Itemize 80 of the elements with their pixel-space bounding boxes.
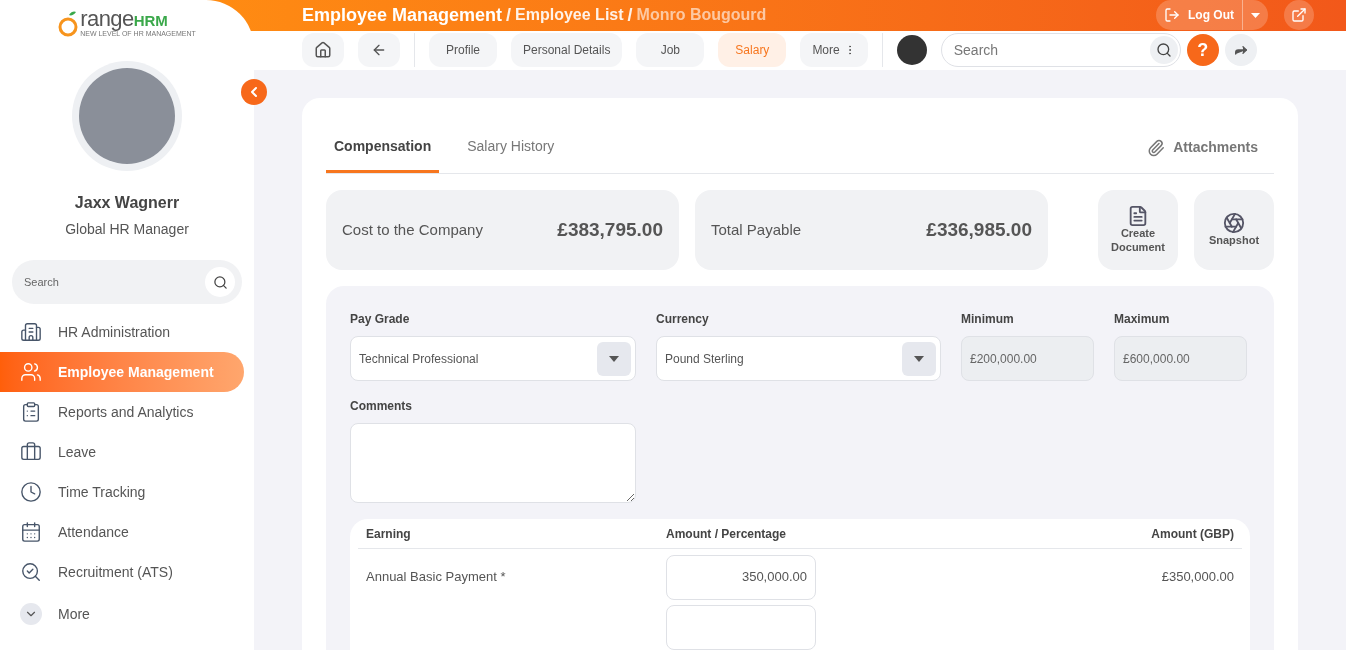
external-link-button[interactable] — [1284, 0, 1314, 31]
search-icon — [1155, 42, 1172, 59]
clipboard-icon — [20, 401, 42, 423]
nav-label: Employee Management — [58, 362, 214, 382]
dropdown-button[interactable] — [902, 341, 936, 376]
nav-item[interactable]: Recruitment (ATS) — [0, 552, 244, 592]
table-cell-text: £350,000.00 — [1160, 568, 1234, 587]
tab[interactable]: Compensation — [326, 122, 440, 173]
user-role: Global HR Manager — [65, 220, 189, 239]
logo-text: range — [80, 8, 134, 30]
nav-label: Leave — [58, 442, 97, 462]
column-header: Amount / Percentage — [666, 525, 788, 543]
field-label: Maximum — [1114, 311, 1171, 328]
caret-icon — [914, 355, 924, 362]
comments-field[interactable] — [350, 423, 636, 503]
document-icon — [1127, 205, 1149, 228]
chevron-icon — [20, 603, 42, 625]
breadcrumb-separator: / — [506, 3, 512, 27]
caret-icon — [609, 355, 619, 362]
search-field[interactable]: Search — [940, 33, 1181, 68]
column-header: Amount (GBP) — [1150, 525, 1234, 543]
dropdown-button[interactable] — [597, 341, 631, 376]
home-button[interactable] — [302, 33, 344, 68]
tab[interactable]: Salary History — [459, 122, 563, 173]
paperclip-icon — [1147, 138, 1166, 157]
nav-label: HR Administration — [58, 322, 171, 342]
search-icon — [212, 274, 228, 290]
clock-icon — [20, 481, 42, 503]
home-icon — [314, 41, 332, 60]
nav-item[interactable]: Attendance — [0, 512, 244, 552]
search-button[interactable] — [1149, 36, 1178, 65]
nav-tab[interactable]: More — [800, 33, 868, 68]
nav-item[interactable]: Time Tracking — [0, 472, 244, 512]
building-icon — [20, 321, 42, 343]
input-field[interactable]: £600,000.00 — [1114, 336, 1247, 381]
magnifier-icon — [20, 561, 42, 583]
breadcrumb-separator: / — [627, 3, 633, 27]
field-label: Pay Grade — [350, 311, 411, 328]
attachments-link[interactable]: Attachments — [1147, 122, 1274, 173]
avatar-photo[interactable] — [896, 35, 927, 66]
document-button[interactable]: Create Document — [1098, 190, 1178, 270]
logo-brand: HRM — [133, 13, 168, 28]
nav-label: Reports and Analytics — [58, 402, 194, 422]
column-header: Earning — [366, 525, 412, 543]
more-nav-item[interactable]: More — [0, 592, 254, 636]
select-field[interactable]: Pound Sterling — [656, 336, 941, 381]
logout-icon — [1164, 7, 1180, 24]
nav-label: Recruitment (ATS) — [58, 562, 173, 582]
amount-field[interactable]: 350,000.00 — [666, 554, 816, 600]
calendar-icon — [20, 521, 42, 543]
field-label: Minimum — [961, 311, 1015, 328]
nav-tab[interactable]: Job — [636, 33, 705, 68]
nav-item[interactable]: HR Administration — [0, 312, 244, 352]
external-link-icon — [1291, 7, 1307, 24]
user-name: Jaxx Wagnerr — [74, 193, 180, 213]
summary-label: Total Payable — [711, 219, 802, 240]
nav-label: Attendance — [58, 522, 129, 542]
input-field[interactable]: £200,000.00 — [961, 336, 1094, 381]
amount-field[interactable] — [666, 605, 816, 650]
select-field[interactable]: Technical Professional — [350, 336, 636, 381]
nav-tab[interactable]: Personal Details — [511, 33, 623, 68]
summary-value: £336,985.00 — [926, 217, 1032, 242]
people-icon — [20, 361, 42, 383]
collapse-button[interactable] — [241, 79, 267, 105]
field-label: Comments — [350, 398, 413, 415]
field-label: Currency — [656, 311, 710, 328]
share-button[interactable] — [1224, 34, 1257, 67]
summary-value: £383,795.00 — [557, 217, 663, 242]
briefcase-icon — [20, 441, 42, 463]
sidebar-search-field[interactable]: Search — [12, 260, 242, 304]
nav-label: Time Tracking — [58, 482, 146, 502]
nav-tab[interactable]: Profile — [429, 33, 497, 68]
back-button[interactable] — [358, 33, 400, 68]
nav-item[interactable]: Leave — [0, 432, 244, 472]
snapshot-button[interactable]: Snapshot — [1194, 190, 1274, 270]
breadcrumb-item: Monro Bougourd — [636, 5, 767, 26]
snapshot-icon — [1223, 212, 1245, 235]
nav-item[interactable]: Reports and Analytics — [0, 392, 244, 432]
table-cell-text: Annual Basic Payment * — [366, 568, 507, 587]
summary-label: Cost to the Company — [342, 219, 483, 240]
